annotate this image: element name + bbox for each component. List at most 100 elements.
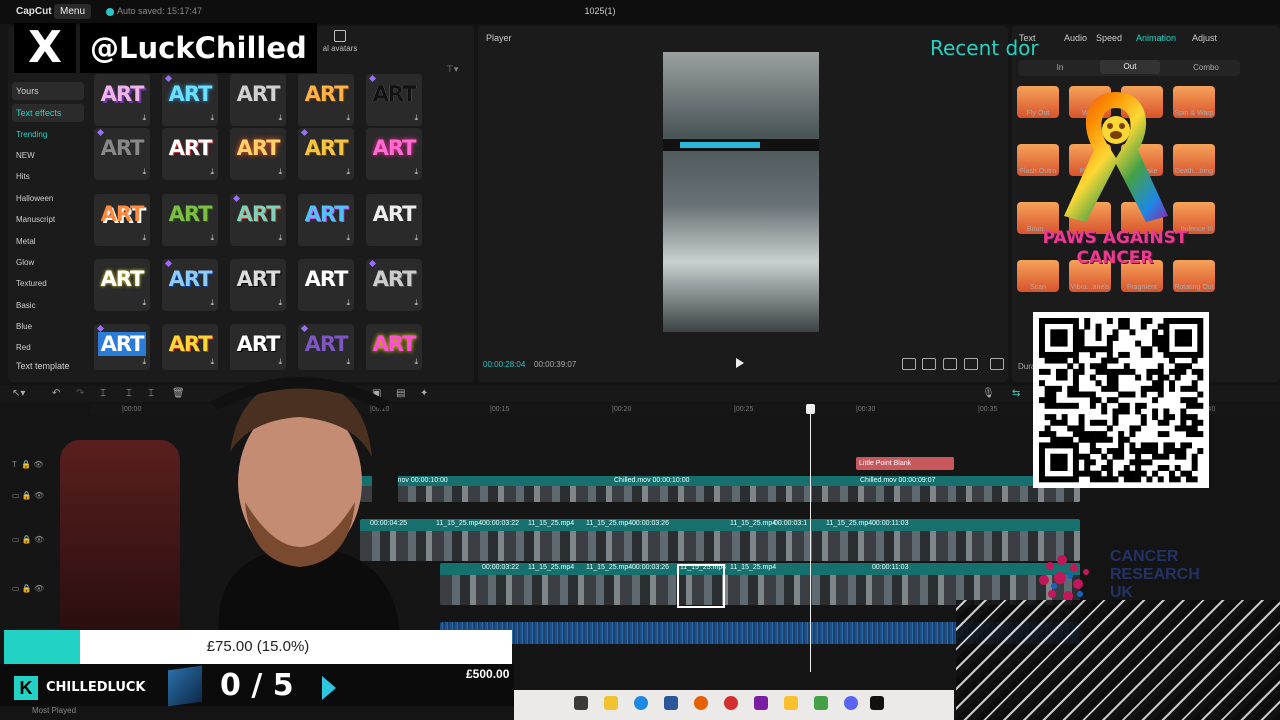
video-preview[interactable] [663, 52, 819, 332]
download-icon[interactable]: ⤓ [278, 167, 282, 177]
text-effect-tile[interactable]: ART ⤓ [94, 259, 150, 311]
subcategory-halloween[interactable]: Halloween [16, 194, 53, 203]
download-icon[interactable]: ⤓ [210, 167, 214, 177]
ratio-icon[interactable] [964, 358, 978, 370]
taskbar-terminal-icon[interactable] [574, 696, 588, 710]
text-clip[interactable]: Little Point Blank [856, 457, 954, 470]
video-track-2[interactable]: 00:00:03:22 11_15_25.mp4 11_15_25.mp4 00… [440, 563, 1080, 605]
text-effect-tile[interactable]: ART ⤓ [298, 259, 354, 311]
taskbar-discord-icon[interactable] [844, 696, 858, 710]
category-text-template[interactable]: Text template [12, 357, 84, 375]
microphone-icon[interactable]: 🎙 [982, 388, 995, 399]
track-controls-text[interactable]: T 🔒 👁 [12, 460, 44, 469]
download-icon[interactable]: ⤓ [278, 233, 282, 243]
category-yours[interactable]: Yours [12, 82, 84, 100]
taskbar-firefox-icon[interactable] [694, 696, 708, 710]
split-icon[interactable]: ⌶ [100, 388, 106, 399]
subcategory-basic[interactable]: Basic [16, 301, 36, 310]
filter-icon[interactable]: ⊤▾ [446, 64, 458, 75]
anim-tab-out[interactable]: Out [1100, 60, 1160, 74]
category-text-effects[interactable]: Text effects [12, 104, 84, 122]
redo-icon[interactable]: ↷ [76, 388, 84, 399]
text-effect-tile[interactable]: ART ⤓ [94, 194, 150, 246]
text-effect-tile[interactable]: ART ⤓ [162, 128, 218, 180]
tab-avatars[interactable]: al avatars [320, 30, 360, 53]
text-effect-tile[interactable]: ART ⤓ [94, 74, 150, 126]
download-icon[interactable]: ⤓ [142, 113, 146, 123]
subcategory-metal[interactable]: Metal [16, 237, 36, 246]
text-effect-tile[interactable]: ART ⤓ [162, 259, 218, 311]
text-effect-tile[interactable]: ART ⤓ [366, 259, 422, 311]
taskbar-store-icon[interactable] [664, 696, 678, 710]
taskbar-app-icon[interactable] [754, 696, 768, 710]
playhead[interactable] [810, 404, 811, 672]
download-icon[interactable]: ⤓ [414, 233, 418, 243]
text-effect-tile[interactable]: ART ⤓ [298, 194, 354, 246]
download-icon[interactable]: ⤓ [210, 233, 214, 243]
fullscreen-icon[interactable] [990, 358, 1004, 370]
taskbar-folder-icon[interactable] [604, 696, 618, 710]
taskbar-xbox-icon[interactable] [814, 696, 828, 710]
text-effect-tile[interactable]: ART ⤓ [230, 259, 286, 311]
play-icon[interactable] [736, 358, 744, 368]
text-effect-tile[interactable]: ART ⤓ [298, 74, 354, 126]
subcategory-textured[interactable]: Textured [16, 279, 47, 288]
taskbar-edge-icon[interactable] [634, 696, 648, 710]
download-icon[interactable]: ⤓ [414, 167, 418, 177]
download-icon[interactable]: ⤓ [346, 167, 350, 177]
select-tool-icon[interactable]: ↖▾ [12, 388, 25, 399]
subcategory-trending[interactable]: Trending [16, 130, 47, 139]
text-effect-tile[interactable]: ART ⤓ [230, 74, 286, 126]
subcategory-red[interactable]: Red [16, 343, 31, 352]
subcategory-new[interactable]: NEW [16, 151, 35, 160]
fit-icon[interactable] [902, 358, 916, 370]
subcategory-hits[interactable]: Hits [16, 172, 30, 181]
text-effect-tile[interactable]: ART ⤓ [366, 194, 422, 246]
track-controls-video-1[interactable]: ▭ 🔒 👁 [12, 535, 44, 544]
link-icon[interactable]: ⇆ [1012, 388, 1020, 399]
subcategory-glow[interactable]: Glow [16, 258, 34, 267]
playhead-handle[interactable] [806, 404, 815, 414]
download-icon[interactable]: ⤓ [414, 298, 418, 308]
undo-icon[interactable]: ↶ [52, 388, 60, 399]
text-effect-tile[interactable]: ART ⤓ [366, 74, 422, 126]
selected-clip[interactable] [677, 564, 725, 608]
download-icon[interactable]: ⤓ [346, 113, 350, 123]
text-effect-tile[interactable]: ART ⤓ [94, 128, 150, 180]
taskbar-opera-icon[interactable] [724, 696, 738, 710]
download-icon[interactable]: ⤓ [346, 233, 350, 243]
anim-tab-combo[interactable]: Combo [1176, 63, 1236, 72]
track-controls-video-2[interactable]: ▭ 🔒 👁 [12, 584, 44, 593]
tab-animation[interactable]: Animation [1136, 33, 1176, 43]
download-icon[interactable]: ⤓ [142, 298, 146, 308]
download-icon[interactable]: ⤓ [210, 113, 214, 123]
text-effect-tile[interactable]: ART ⤓ [230, 128, 286, 180]
video-track-1[interactable]: 00:00:04:25 11_15_25.mp4 00:00:03:22 11_… [360, 519, 1080, 561]
subcategory-blue[interactable]: Blue [16, 322, 32, 331]
track-controls-overlay[interactable]: ▭ 🔒 👁 [12, 491, 44, 500]
taskbar-capcut-icon[interactable] [870, 696, 884, 710]
text-effect-tile[interactable]: ART ⤓ [162, 74, 218, 126]
text-effect-tile[interactable]: ART ⤓ [298, 128, 354, 180]
subcategory-manuscript[interactable]: Manuscript [16, 215, 55, 224]
download-icon[interactable]: ⤓ [142, 357, 146, 367]
download-icon[interactable]: ⤓ [278, 298, 282, 308]
text-effect-tile[interactable]: ART ⤓ [230, 194, 286, 246]
download-icon[interactable]: ⤓ [278, 113, 282, 123]
download-icon[interactable]: ⤓ [142, 233, 146, 243]
text-effect-tile[interactable]: ART ⤓ [366, 128, 422, 180]
tab-adjust[interactable]: Adjust [1192, 33, 1217, 43]
download-icon[interactable]: ⤓ [414, 113, 418, 123]
download-icon[interactable]: ⤓ [210, 298, 214, 308]
text-effect-tile[interactable]: ART ⤓ [94, 324, 150, 370]
tab-audio[interactable]: Audio [1064, 33, 1087, 43]
split-left-icon[interactable]: ⌶ [126, 388, 132, 399]
snapshot-icon[interactable] [943, 358, 957, 370]
anim-tab-in[interactable]: In [1030, 63, 1090, 72]
download-icon[interactable]: ⤓ [142, 167, 146, 177]
text-effect-tile[interactable]: ART ⤓ [162, 194, 218, 246]
overlay-track[interactable]: ...d.mov 00:00:10:00 Chilled.mov 00:00:1… [360, 476, 1080, 502]
menu-button[interactable]: Menu [54, 4, 92, 19]
quality-icon[interactable] [922, 358, 936, 370]
taskbar-app-icon[interactable] [784, 696, 798, 710]
